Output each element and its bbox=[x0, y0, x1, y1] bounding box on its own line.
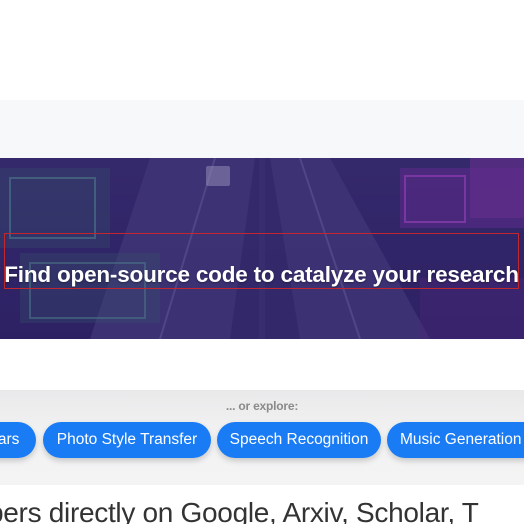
hero-headline: Find open-source code to catalyze your r… bbox=[4, 261, 519, 287]
chip-music-generation[interactable]: Music Generation bbox=[387, 422, 524, 458]
top-blank-area bbox=[0, 0, 524, 100]
page: Find open-source code to catalyze your r… bbox=[0, 0, 524, 524]
header-band bbox=[0, 100, 524, 158]
chip-cars[interactable]: Cars bbox=[0, 422, 36, 458]
spacer bbox=[0, 339, 524, 390]
chip-speech-recognition[interactable]: Speech Recognition bbox=[217, 422, 381, 458]
bottom-heading: pers directly on Google, Arxiv, Scholar,… bbox=[0, 497, 479, 524]
explore-label: ... or explore: bbox=[225, 399, 299, 413]
chip-photo-style-transfer[interactable]: Photo Style Transfer bbox=[43, 422, 211, 458]
headline-detection-box: Find open-source code to catalyze your r… bbox=[4, 233, 519, 289]
hero-banner: Find open-source code to catalyze your r… bbox=[0, 158, 524, 339]
